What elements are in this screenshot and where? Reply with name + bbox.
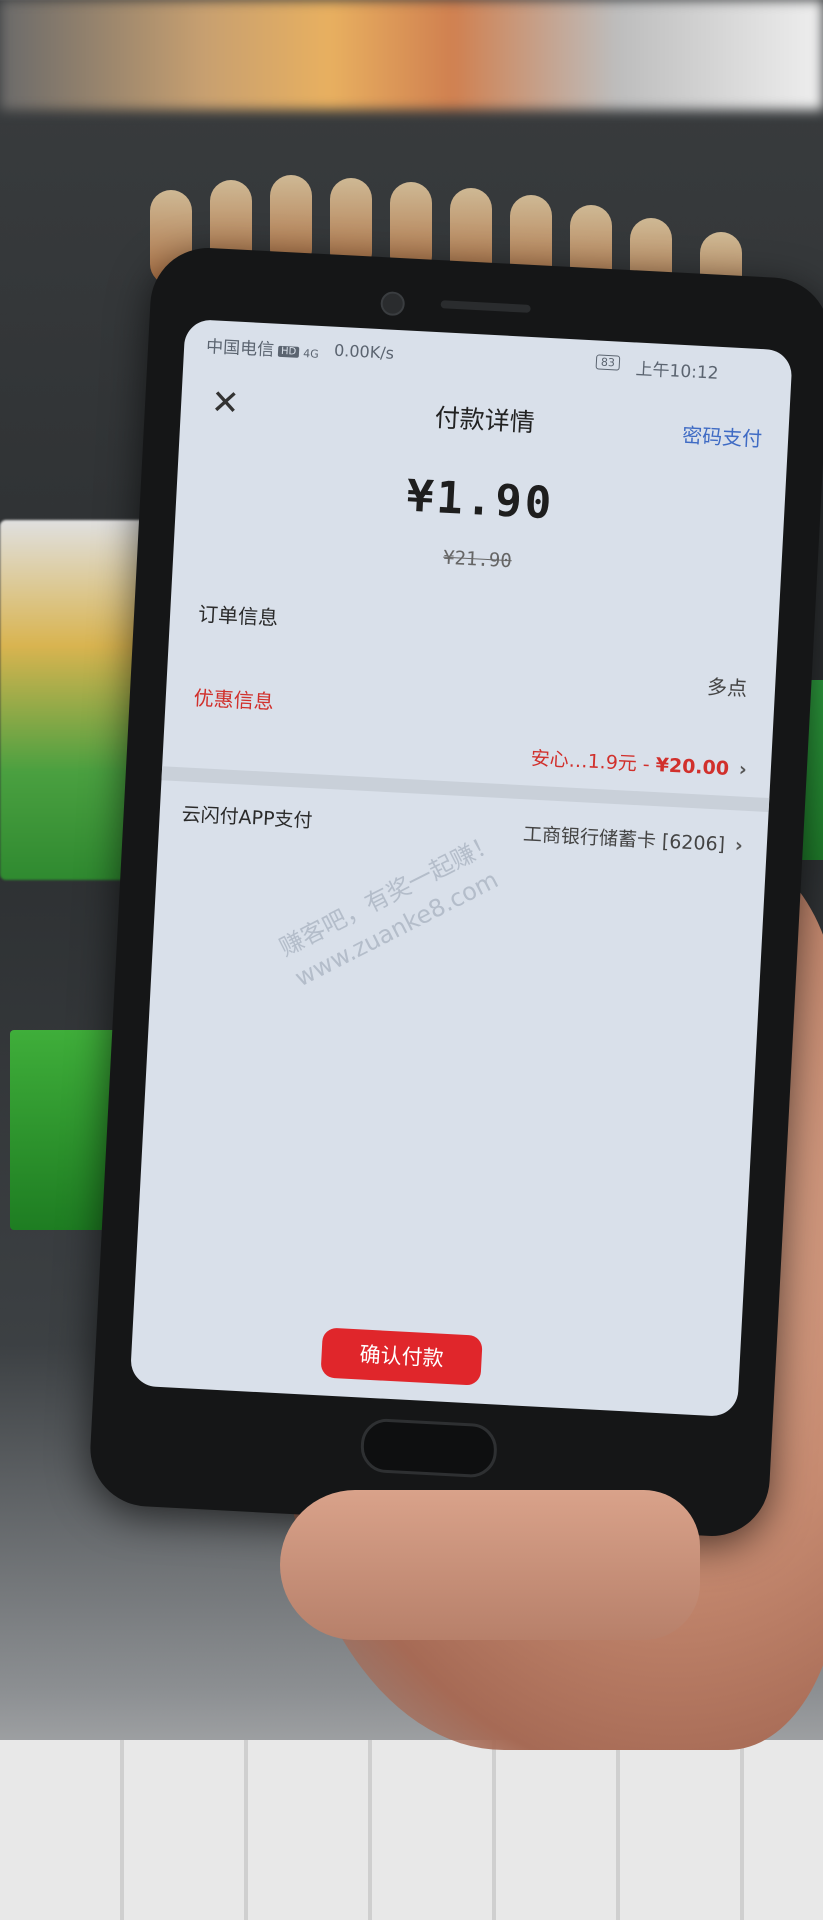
bank-card-selector[interactable]: 工商银行储蓄卡 [6206] ›: [522, 819, 743, 857]
discount-info-label: 优惠信息: [193, 685, 275, 714]
payment-method-label: 云闪付APP支付: [181, 803, 314, 833]
status-bar: 中国电信 HD 4G 0.00K/s 83 上午10:12: [184, 319, 793, 391]
hd-badge: HD: [277, 345, 300, 358]
earpiece-speaker: [440, 300, 531, 313]
discount-description: 安心…1.9元 -: [530, 747, 657, 777]
floor-tiles: [0, 1740, 823, 1920]
network-speed: 0.00K/s: [333, 340, 395, 363]
confirm-payment-button[interactable]: 确认付款: [320, 1327, 483, 1386]
chevron-right-icon: ›: [738, 758, 748, 781]
password-pay-link[interactable]: 密码支付: [682, 419, 763, 452]
payment-screen: 中国电信 HD 4G 0.00K/s 83 上午10:12 ✕ 付款详情 密码支付 …: [129, 318, 793, 1418]
carrier-label: 中国电信 HD 4G: [206, 332, 320, 363]
payment-amount: ¥1.90: [405, 470, 556, 530]
carrier-name: 中国电信: [205, 336, 275, 361]
home-button[interactable]: [359, 1417, 499, 1479]
bank-card-name: 工商银行储蓄卡 [6206]: [522, 823, 726, 856]
discount-selector[interactable]: 安心…1.9元 - ¥20.00 ›: [530, 744, 747, 782]
discount-amount: ¥20.00: [655, 754, 730, 780]
battery-icon: 83: [595, 354, 621, 371]
signal-icon: 4G: [302, 347, 320, 361]
thumb: [280, 1490, 700, 1640]
front-camera-icon: [380, 291, 406, 317]
status-time: 上午10:12: [635, 359, 719, 384]
order-info-label: 订单信息: [197, 601, 279, 631]
original-amount: ¥21.90: [442, 546, 513, 573]
merchant-name: 多点: [706, 674, 748, 701]
phone: 中国电信 HD 4G 0.00K/s 83 上午10:12 ✕ 付款详情 密码支付 …: [87, 245, 823, 1539]
chevron-right-icon: ›: [734, 834, 744, 857]
